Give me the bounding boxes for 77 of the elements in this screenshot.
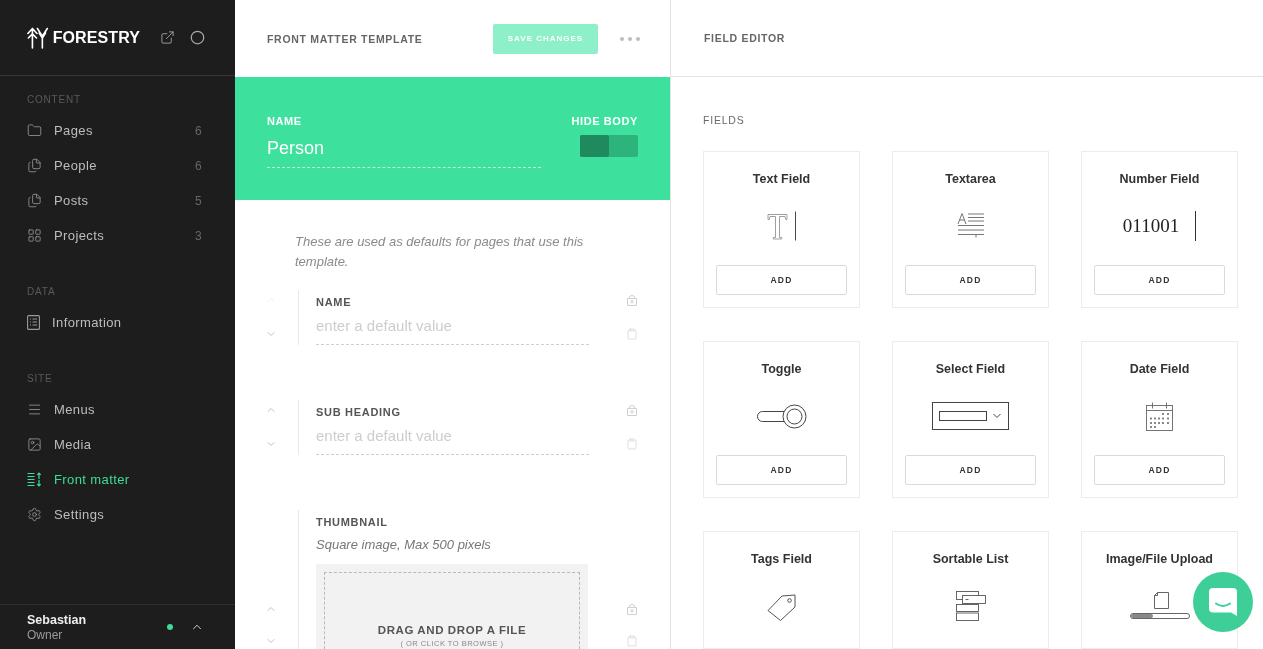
sidebar-item[interactable]: Settings <box>27 497 202 532</box>
template-description: These are used as defaults for pages that use this template. <box>295 233 585 271</box>
add-button[interactable]: ADD <box>1094 265 1225 295</box>
menu-icon <box>27 402 42 417</box>
tag-icon <box>766 591 797 621</box>
card-title: Toggle <box>761 361 802 377</box>
item-count: 6 <box>194 158 202 173</box>
hide-body-label: HIDE BODY <box>571 114 638 128</box>
field-label: SUB HEADING <box>316 405 402 419</box>
documents-icon <box>27 193 42 208</box>
dropdown-icon <box>932 402 1009 430</box>
documents-icon <box>27 158 42 173</box>
add-button[interactable]: ADD <box>905 265 1036 295</box>
lock-icon[interactable] <box>626 404 638 416</box>
clipboard-icon[interactable] <box>626 438 638 450</box>
item-count: 5 <box>194 193 202 208</box>
add-button[interactable]: ADD <box>905 455 1036 485</box>
card-title: Image/File Upload <box>1106 551 1213 567</box>
name-label: NAME <box>267 114 302 128</box>
hide-body-toggle[interactable] <box>580 135 638 157</box>
calendar-icon <box>1146 401 1173 431</box>
dropzone-title: DRAG AND DROP A FILE <box>377 623 527 637</box>
item-count: 6 <box>194 123 202 138</box>
card-title: Tags Field <box>751 551 812 567</box>
add-button[interactable]: ADD <box>716 455 847 485</box>
lock-icon[interactable] <box>626 603 638 615</box>
add-button[interactable]: ADD <box>716 265 847 295</box>
folder-icon <box>27 123 42 138</box>
section-heading: CONTENT <box>27 94 82 106</box>
chat-bubble-icon <box>1208 587 1238 617</box>
card-title: Number Field <box>1119 171 1200 187</box>
settings-icon <box>27 507 42 522</box>
stacked-rows-icon <box>955 591 986 621</box>
lock-icon[interactable] <box>626 294 638 306</box>
field-label: THUMBNAIL <box>316 515 389 529</box>
sidebar-item[interactable]: Projects 3 <box>27 218 202 253</box>
panel-title: FRONT MATTER TEMPLATE <box>267 32 423 45</box>
grid-icon <box>27 228 42 243</box>
tree-logo-icon <box>27 25 49 50</box>
card-title: Select Field <box>935 361 1006 377</box>
sidebar-item[interactable]: Pages 6 <box>27 113 202 148</box>
card-title: Date Field <box>1129 361 1190 377</box>
sidebar-item[interactable]: Front matter <box>27 462 202 497</box>
sidebar-item[interactable]: Posts 5 <box>27 183 202 218</box>
sidebar-item[interactable]: Menus <box>27 392 202 427</box>
add-button[interactable]: ADD <box>1094 455 1225 485</box>
cursor-icon <box>1195 211 1197 241</box>
text-cursor-icon <box>766 211 797 241</box>
text-lines-icon <box>956 212 985 240</box>
image-icon <box>27 437 42 452</box>
field-label: NAME <box>316 295 353 309</box>
sort-icon <box>27 472 42 487</box>
user-role: Owner <box>27 627 64 643</box>
user-name: Sebastian <box>27 611 87 628</box>
clipboard-icon[interactable] <box>626 328 638 340</box>
more-icon[interactable] <box>620 36 640 41</box>
card-title: Text Field <box>752 171 811 187</box>
sidebar-item[interactable]: People 6 <box>27 148 202 183</box>
section-heading: SITE <box>27 373 54 385</box>
card-title: Sortable List <box>932 551 1009 567</box>
list-icon <box>27 315 40 330</box>
sidebar-item[interactable]: Information <box>27 305 202 340</box>
clipboard-icon[interactable] <box>626 635 638 647</box>
chat-button[interactable] <box>1193 572 1253 632</box>
file-progress-icon <box>1129 592 1190 620</box>
item-count: 3 <box>194 228 202 243</box>
panel-title: FIELD EDITOR <box>704 32 786 44</box>
section-heading: FIELDS <box>703 114 745 127</box>
section-heading: DATA <box>27 286 57 298</box>
field-hint: Square image, Max 500 pixels <box>316 536 492 554</box>
external-link-icon[interactable] <box>160 30 175 45</box>
sidebar-item[interactable]: Media <box>27 427 202 462</box>
toggle-switch-icon <box>756 403 807 429</box>
brand-name: FORESTRY <box>52 28 140 47</box>
number-sample: 011001 <box>1122 215 1180 237</box>
card-title: Textarea <box>945 171 996 187</box>
ring-icon[interactable] <box>190 30 205 45</box>
